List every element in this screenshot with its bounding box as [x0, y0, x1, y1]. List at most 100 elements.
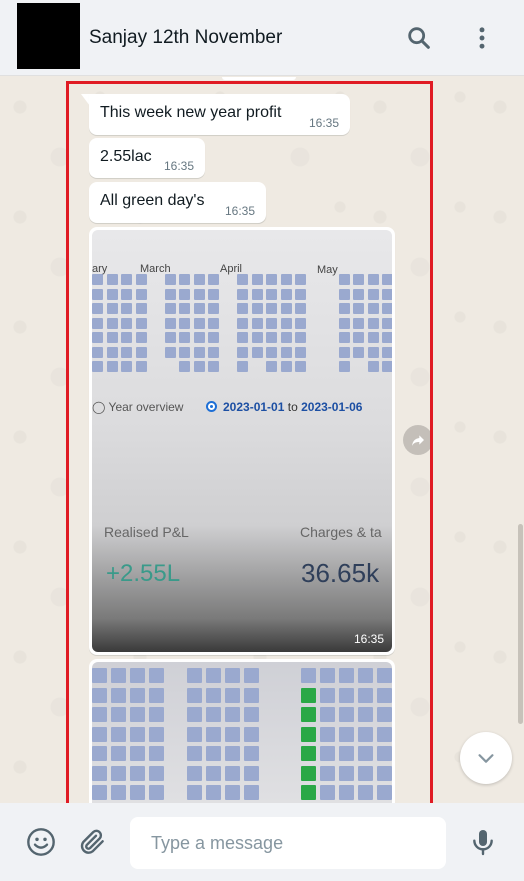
pl-value: +2.55L — [106, 560, 181, 587]
heatmap-cell — [266, 274, 277, 285]
heatmap-cell — [179, 274, 190, 285]
heatmap-cell — [193, 361, 205, 372]
message-bubble[interactable]: This week new year profit 16:35 — [89, 94, 350, 135]
image-message[interactable]: ary March April May ◯ Year overview 2023… — [89, 227, 395, 655]
emoji-icon[interactable] — [25, 826, 57, 858]
heatmap-cell — [338, 332, 350, 343]
heatmap-cell — [92, 726, 107, 742]
heatmap-cell — [382, 303, 392, 314]
heatmap-cell — [149, 668, 164, 683]
heatmap-cell — [193, 346, 205, 358]
heatmap-cell — [92, 346, 103, 358]
heatmap-cell — [111, 668, 126, 683]
heatmap-cell — [367, 274, 379, 285]
heatmap-cell — [111, 785, 126, 800]
heatmap-cell — [164, 303, 176, 314]
heatmap-cell — [130, 785, 145, 800]
avatar[interactable] — [17, 3, 80, 69]
photo[interactable]: ary March April May ◯ Year overview 2023… — [92, 230, 392, 652]
heatmap-cell — [339, 668, 354, 683]
heatmap-cell — [377, 687, 392, 703]
heatmap-cell — [244, 668, 259, 683]
more-vertical-icon[interactable] — [468, 24, 496, 52]
scroll-to-bottom-button[interactable] — [460, 732, 512, 784]
heatmap-cell — [339, 746, 354, 761]
heatmap-cell — [244, 785, 259, 800]
heatmap-cell — [149, 726, 164, 742]
heatmap-cell — [367, 303, 379, 314]
heatmap-cell — [251, 274, 263, 285]
heatmap-cell — [225, 765, 240, 781]
heatmap-cell — [237, 346, 248, 358]
photo[interactable] — [92, 662, 392, 803]
search-icon[interactable] — [405, 24, 433, 52]
heatmap-cell — [237, 317, 248, 329]
heatmap-cell — [266, 317, 277, 329]
heatmap-cell — [280, 288, 292, 300]
heatmap-cell — [353, 317, 364, 329]
heatmap-cell — [358, 765, 373, 781]
heatmap-cell — [266, 332, 277, 343]
date-from: 2023-01-01 — [223, 400, 285, 414]
heatmap-cell — [295, 303, 306, 314]
heatmap-cell — [339, 707, 354, 722]
mic-icon[interactable] — [467, 826, 499, 858]
heatmap-cell — [266, 288, 277, 300]
heatmap-cell — [208, 346, 219, 358]
heatmap-cell — [244, 765, 259, 781]
heatmap-cell — [111, 687, 126, 703]
chat-area[interactable]: This week new year profit 16:35 2.55lac … — [0, 77, 524, 803]
message-bubble[interactable]: All green day's 16:35 — [89, 182, 266, 223]
paperclip-icon[interactable] — [76, 826, 108, 858]
image-message[interactable] — [89, 659, 395, 803]
heatmap-cell — [187, 707, 202, 722]
heatmap-cell — [121, 361, 132, 372]
heatmap-cell — [206, 765, 221, 781]
heatmap-cell — [251, 317, 263, 329]
heatmap-cell — [251, 332, 263, 343]
heatmap-cell — [339, 785, 354, 800]
heatmap-cell — [280, 361, 292, 372]
heatmap-cell — [208, 274, 219, 285]
heatmap-cell — [251, 346, 263, 358]
heatmap-cell — [206, 785, 221, 800]
heatmap-cell — [135, 288, 147, 300]
scrollbar[interactable] — [518, 524, 523, 724]
heatmap-cell — [266, 361, 277, 372]
year-overview-label: Year overview — [108, 400, 184, 414]
heatmap-cell — [208, 361, 219, 372]
heatmap-cell — [187, 765, 202, 781]
year-overview-option[interactable]: ◯ Year overview — [92, 400, 183, 414]
radio-selected-icon[interactable] — [206, 401, 217, 412]
heatmap-cell — [377, 785, 392, 800]
heatmap-cell — [111, 707, 126, 722]
message-input[interactable] — [130, 817, 446, 869]
heatmap-cell — [106, 332, 118, 343]
heatmap-cell — [320, 746, 335, 761]
heatmap-cell — [135, 361, 147, 372]
chat-title[interactable]: Sanjay 12th November — [89, 27, 282, 49]
heatmap-cell — [367, 317, 379, 329]
heatmap-cell — [206, 726, 221, 742]
heatmap-cell — [244, 746, 259, 761]
heatmap-cell — [111, 765, 126, 781]
heatmap-cell — [179, 317, 190, 329]
heatmap-cell — [301, 785, 316, 800]
heatmap-cell — [164, 346, 176, 358]
heatmap-cell — [149, 707, 164, 722]
date-to: 2023-01-06 — [301, 400, 363, 414]
heatmap-cell — [280, 332, 292, 343]
heatmap-cell — [92, 668, 107, 683]
heatmap-cell — [135, 274, 147, 285]
heatmap-cell — [339, 765, 354, 781]
pl-label: Realised P&L — [104, 524, 189, 540]
forward-button[interactable] — [403, 425, 433, 455]
heatmap-cell — [251, 288, 263, 300]
heatmap-cell — [106, 317, 118, 329]
heatmap-cell — [237, 303, 248, 314]
message-bubble[interactable]: 2.55lac 16:35 — [89, 138, 205, 178]
heatmap-cell — [121, 317, 132, 329]
heatmap-cell — [106, 361, 118, 372]
heatmap-cell — [244, 707, 259, 722]
heatmap-cell — [295, 317, 306, 329]
